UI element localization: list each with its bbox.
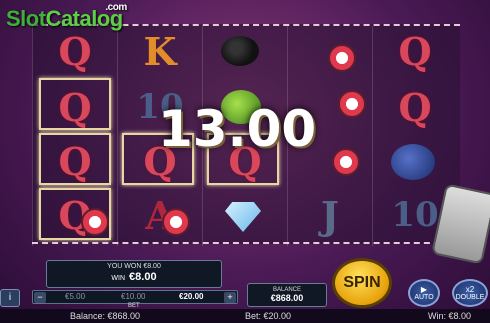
double-label: DOUBLE (455, 293, 485, 301)
winning-symbol-frame (39, 133, 111, 185)
increase-bet-button[interactable]: + (224, 292, 236, 303)
balance-display: BALANCE €868.00 (247, 283, 327, 307)
bonus-timer-icon (332, 148, 360, 176)
status-win: Win: €8.00 (428, 311, 472, 321)
big-win-amount: 13.00 (158, 100, 317, 158)
diamond-icon (225, 202, 261, 232)
symbol-q: Q (398, 84, 432, 130)
blueberry-icon (391, 144, 435, 180)
bonus-timer-icon (338, 90, 366, 118)
status-bet: Bet: €20.00 (245, 311, 292, 321)
auto-button[interactable]: ▶ AUTO (408, 279, 440, 307)
win-value: €8.00 (129, 271, 157, 283)
bet-option[interactable]: €10.00 (121, 292, 145, 301)
status-bar: Balance: €868.00 Bet: €20.00 Win: €8.00 (0, 309, 490, 323)
game-title-decoration (0, 30, 28, 90)
symbol-j: J (321, 192, 339, 238)
bet-selector: − €5.00 €10.00 €20.00 + (32, 290, 238, 304)
balance-value: €868.00 (270, 293, 304, 303)
blackberry-icon (221, 36, 259, 66)
bonus-timer-icon (328, 44, 356, 72)
bet-option[interactable]: €5.00 (65, 292, 85, 301)
status-balance: Balance: €868.00 (70, 311, 141, 321)
decrease-bet-button[interactable]: − (34, 292, 46, 303)
info-button[interactable]: i (0, 289, 20, 307)
slotcatalog-logo: SlotCatalog .com (6, 2, 127, 31)
bonus-timer-icon (162, 208, 190, 236)
symbol-q: Q (398, 28, 432, 74)
win-amount: WIN €8.00 (47, 271, 221, 283)
double-button[interactable]: x2 DOUBLE (452, 279, 488, 307)
you-won-text: YOU WON €8.00 (107, 263, 161, 270)
play-icon: ▶ (420, 284, 428, 294)
symbol-k: K (143, 28, 177, 74)
symbol-q: Q (58, 28, 92, 74)
auto-label: AUTO (414, 293, 434, 301)
reel-1: Q Q Q Q (32, 26, 117, 246)
spin-button[interactable]: SPIN (332, 258, 392, 308)
win-label: WIN (111, 275, 126, 282)
bet-option-selected[interactable]: €20.00 (179, 292, 203, 301)
winning-symbol-frame (39, 78, 111, 130)
win-panel: YOU WON €8.00 WIN €8.00 (46, 260, 222, 288)
bonus-timer-icon (81, 208, 109, 236)
double-icon: x2 (465, 284, 475, 294)
